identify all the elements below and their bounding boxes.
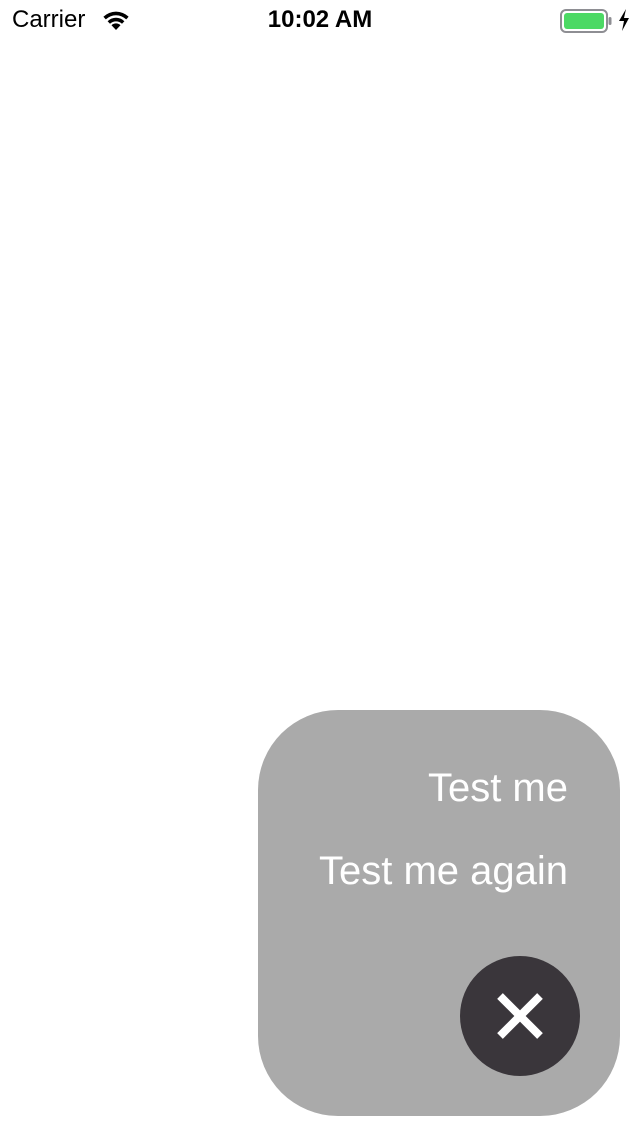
battery-icon [560, 9, 612, 33]
status-time: 10:02 AM [267, 6, 373, 33]
floating-menu-panel: Test me Test me again [258, 710, 620, 1116]
app-screen: Carrier 10:02 AM Test me Test me again [0, 0, 640, 1136]
close-button[interactable] [460, 956, 580, 1076]
menu-item-test-me-again[interactable]: Test me again [319, 847, 568, 895]
charging-bolt-icon [616, 8, 632, 32]
status-bar: Carrier 10:02 AM [0, 0, 640, 40]
close-icon [497, 993, 543, 1039]
menu-item-test-me[interactable]: Test me [428, 764, 568, 812]
